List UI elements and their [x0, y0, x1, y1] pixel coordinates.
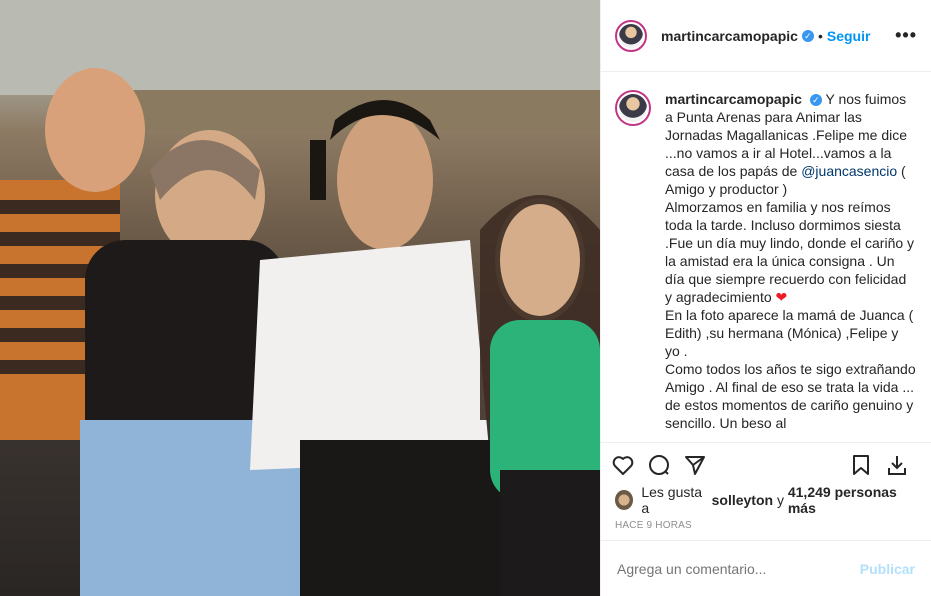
caption-text: martincarcamopapic ✓ Y nos fuimos a Punt…	[665, 90, 917, 442]
post-timestamp[interactable]: HACE 9 HORAS	[601, 514, 931, 540]
caption-para2: Almorzamos en familia y nos reímos toda …	[665, 199, 915, 305]
bookmark-icon[interactable]	[849, 453, 873, 477]
mention-link[interactable]: @juancasencio	[801, 163, 897, 179]
action-bar	[601, 442, 931, 486]
instagram-post: martincarcamopapic ✓ • Seguir ••• martin…	[0, 0, 931, 596]
post-header: martincarcamopapic ✓ • Seguir •••	[601, 0, 931, 72]
caption-para3: En la foto aparece la mamá de Juanca ( E…	[665, 307, 914, 359]
comment-input[interactable]	[617, 560, 860, 577]
likes-prefix: Les gusta a	[641, 484, 703, 516]
caption-area: martincarcamopapic ✓ Y nos fuimos a Punt…	[601, 72, 931, 442]
verified-icon: ✓	[809, 94, 822, 107]
caption-username[interactable]: martincarcamopapic	[665, 91, 802, 107]
comment-bar: Publicar	[601, 540, 931, 596]
heart-icon[interactable]	[611, 453, 635, 477]
header-username[interactable]: martincarcamopapic	[661, 28, 798, 44]
verified-icon: ✓	[801, 29, 814, 42]
caption-avatar[interactable]	[615, 90, 651, 126]
caption-para4: Como todos los años te sigo extrañando A…	[665, 361, 916, 431]
post-photo[interactable]	[0, 0, 600, 596]
likes-count[interactable]: 41,249 personas más	[788, 484, 917, 516]
follow-button[interactable]: Seguir	[827, 28, 871, 44]
share-icon[interactable]	[683, 453, 707, 477]
heart-emoji: ❤	[775, 289, 788, 305]
separator-dot: •	[817, 27, 823, 44]
more-options-icon[interactable]: •••	[895, 25, 917, 46]
comment-icon[interactable]	[647, 453, 671, 477]
photo-illustration	[0, 0, 600, 596]
download-icon[interactable]	[885, 453, 909, 477]
likes-row: Les gusta a solleyton y 41,249 personas …	[601, 484, 931, 516]
avatar[interactable]	[615, 19, 647, 52]
post-comment-button[interactable]: Publicar	[860, 561, 915, 577]
liker-avatar[interactable]	[615, 490, 634, 510]
post-sidebar: martincarcamopapic ✓ • Seguir ••• martin…	[600, 0, 931, 596]
liker-username[interactable]: solleyton	[712, 492, 773, 508]
likes-middle: y	[776, 492, 784, 508]
